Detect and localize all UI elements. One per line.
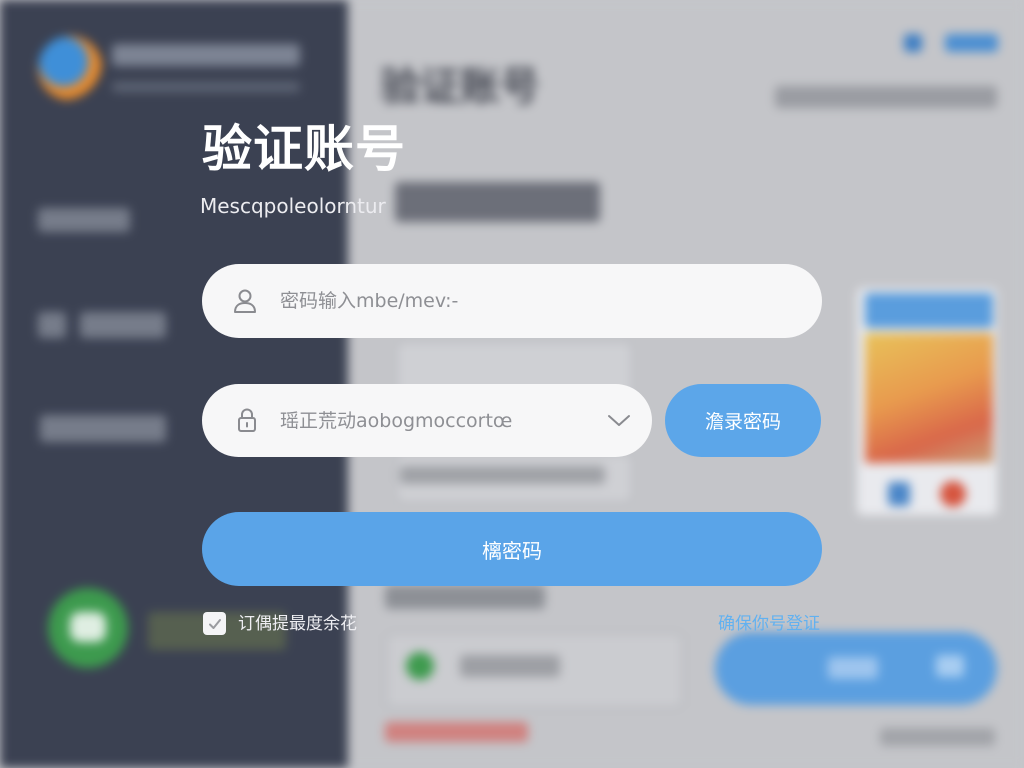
background-page-title: 验证账号 <box>380 64 540 110</box>
blurred-text <box>112 44 300 66</box>
blurred-icon <box>38 312 66 338</box>
blurred-icon <box>904 34 922 52</box>
blurred-text <box>460 655 560 677</box>
user-icon <box>231 287 259 315</box>
code-field[interactable] <box>202 384 652 457</box>
code-input[interactable] <box>280 384 600 457</box>
blurred-text <box>385 585 545 609</box>
remember-checkbox[interactable] <box>203 612 226 635</box>
blurred-icon <box>940 481 966 507</box>
help-link[interactable]: 确保你号登证 <box>718 612 820 636</box>
blurred-text <box>880 728 995 746</box>
blurred-icon <box>70 612 106 642</box>
blurred-text <box>395 182 600 222</box>
blurred-text <box>385 722 528 742</box>
blurred-icon <box>888 482 910 506</box>
submit-button[interactable]: 樆密码 <box>202 512 822 586</box>
lock-icon <box>233 406 261 434</box>
send-code-button-label: 澹录密码 <box>704 411 781 433</box>
background-card-image <box>865 333 993 463</box>
check-icon <box>208 618 221 629</box>
blurred-text <box>80 312 166 338</box>
submit-button-label: 樆密码 <box>482 538 542 563</box>
blurred-button <box>945 34 998 52</box>
chevron-down-icon[interactable] <box>605 406 633 434</box>
page-title: 验证账号 <box>202 120 406 178</box>
background-logo-icon <box>38 36 102 100</box>
verify-account-screen: 验证账号 验证账号 Mescqpoleolorntur 密码输入mbe/mev:… <box>0 0 1024 768</box>
blurred-icon <box>406 652 434 680</box>
blurred-text <box>400 466 605 484</box>
account-input[interactable] <box>280 264 790 338</box>
blurred-icon <box>936 655 964 677</box>
blurred-text <box>112 82 300 92</box>
blurred-text <box>828 657 878 679</box>
send-code-button[interactable]: 澹录密码 <box>665 384 821 457</box>
page-subtitle: Mescqpoleolorntur <box>200 194 386 218</box>
background-card-header <box>865 293 993 328</box>
blurred-text <box>40 415 166 442</box>
blurred-text <box>775 86 997 108</box>
account-field[interactable] <box>202 264 822 338</box>
blurred-text <box>38 208 130 232</box>
remember-checkbox-label[interactable]: 订偶提最度余花 <box>238 612 357 636</box>
